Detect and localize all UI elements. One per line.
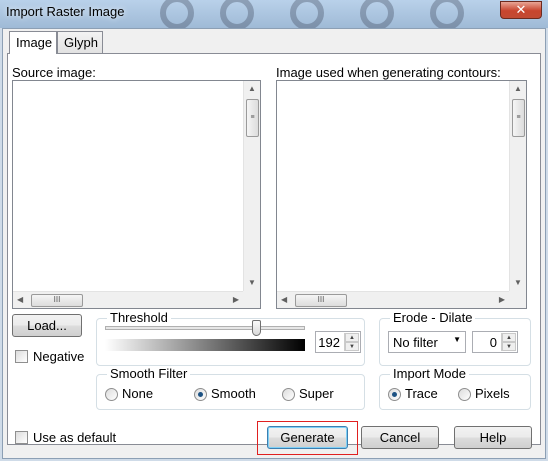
scroll-down-arrow-icon[interactable]: ▼ bbox=[514, 278, 522, 288]
threshold-spin-arrows[interactable]: ▲ ▼ bbox=[344, 333, 359, 351]
source-image-label: Source image: bbox=[12, 65, 96, 80]
scroll-down-arrow-icon[interactable]: ▼ bbox=[248, 278, 256, 288]
scroll-left-arrow-icon[interactable]: ◀ bbox=[281, 295, 287, 305]
scroll-up-arrow-icon[interactable]: ▲ bbox=[514, 84, 522, 94]
contour-horizontal-thumb[interactable]: III bbox=[295, 294, 347, 307]
help-button-label: Help bbox=[479, 430, 507, 445]
source-horizontal-thumb[interactable]: III bbox=[31, 294, 83, 307]
threshold-slider-thumb[interactable] bbox=[251, 320, 261, 336]
smooth-radio-none[interactable] bbox=[105, 388, 118, 401]
threshold-group-label: Threshold bbox=[107, 311, 171, 325]
spin-up-icon[interactable]: ▲ bbox=[345, 333, 359, 342]
import-radio-pixels[interactable] bbox=[458, 388, 471, 401]
contour-vertical-scrollbar[interactable]: ▲ ≡ ▼ bbox=[509, 81, 526, 291]
scroll-right-arrow-icon[interactable]: ▶ bbox=[499, 295, 505, 305]
threshold-spinner[interactable]: 192 ▲ ▼ bbox=[315, 331, 361, 353]
generate-button-label: Generate bbox=[280, 430, 335, 445]
erode-dilate-group: Erode - Dilate No filter ▼ 0 ▲ ▼ bbox=[379, 311, 531, 366]
smooth-option-super: Super bbox=[299, 386, 334, 401]
spin-up-icon[interactable]: ▲ bbox=[502, 333, 516, 342]
contour-horizontal-scrollbar[interactable]: ◀ III ▶ bbox=[277, 291, 509, 308]
negative-checkbox[interactable] bbox=[15, 350, 28, 363]
smooth-option-smooth: Smooth bbox=[211, 386, 256, 401]
spin-down-icon[interactable]: ▼ bbox=[345, 342, 359, 351]
threshold-group: Threshold 192 ▲ ▼ bbox=[96, 311, 365, 366]
source-horizontal-scrollbar[interactable]: ◀ III ▶ bbox=[13, 291, 243, 308]
use-default-checkbox[interactable] bbox=[15, 431, 28, 444]
smooth-filter-label: Smooth Filter bbox=[107, 367, 191, 381]
import-option-pixels: Pixels bbox=[475, 386, 510, 401]
threshold-slider-track[interactable] bbox=[105, 326, 305, 330]
source-image-view[interactable]: ▲ ≡ ▼ ◀ III ▶ bbox=[12, 80, 261, 309]
erode-filter-value: No filter bbox=[393, 335, 438, 350]
spin-down-icon[interactable]: ▼ bbox=[502, 342, 516, 351]
smooth-radio-smooth[interactable] bbox=[194, 388, 207, 401]
erode-dilate-label: Erode - Dilate bbox=[390, 311, 476, 325]
import-mode-group: Import Mode Trace Pixels bbox=[379, 367, 531, 410]
erode-filter-select[interactable]: No filter ▼ bbox=[388, 331, 466, 353]
tab-panel-image: Source image: Image used when generating… bbox=[7, 53, 541, 445]
scroll-left-arrow-icon[interactable]: ◀ bbox=[17, 295, 23, 305]
erode-spin-arrows[interactable]: ▲ ▼ bbox=[501, 333, 516, 351]
help-button[interactable]: Help bbox=[454, 426, 532, 449]
contour-image-label: Image used when generating contours: bbox=[276, 65, 501, 80]
threshold-value: 192 bbox=[318, 335, 340, 350]
title-bar: Import Raster Image ✕ bbox=[0, 0, 548, 28]
load-button[interactable]: Load... bbox=[12, 314, 82, 337]
cancel-button[interactable]: Cancel bbox=[361, 426, 439, 449]
title-bar-decoration bbox=[150, 0, 500, 28]
dialog: Image Glyph Source image: Image used whe… bbox=[2, 28, 546, 459]
erode-dilate-spinner[interactable]: 0 ▲ ▼ bbox=[472, 331, 518, 353]
chevron-down-icon: ▼ bbox=[453, 335, 461, 344]
import-mode-label: Import Mode bbox=[390, 367, 469, 381]
negative-label: Negative bbox=[33, 349, 85, 364]
generate-button[interactable]: Generate bbox=[267, 426, 348, 449]
close-button[interactable]: ✕ bbox=[500, 1, 542, 19]
erode-dilate-value: 0 bbox=[489, 335, 497, 350]
contour-image-view[interactable]: ▲ ≡ ▼ ◀ III ▶ bbox=[276, 80, 527, 309]
cancel-button-label: Cancel bbox=[379, 430, 421, 445]
load-button-label: Load... bbox=[27, 318, 67, 333]
scroll-corner bbox=[509, 291, 526, 308]
threshold-gradient bbox=[105, 339, 305, 351]
source-vertical-scrollbar[interactable]: ▲ ≡ ▼ bbox=[243, 81, 260, 291]
smooth-filter-group: Smooth Filter None Smooth Super bbox=[96, 367, 365, 410]
smooth-option-none: None bbox=[122, 386, 154, 401]
contour-vertical-thumb[interactable]: ≡ bbox=[512, 99, 525, 137]
import-option-trace: Trace bbox=[405, 386, 438, 401]
smooth-radio-super[interactable] bbox=[282, 388, 295, 401]
import-radio-trace[interactable] bbox=[388, 388, 401, 401]
use-default-label: Use as default bbox=[33, 430, 117, 445]
window-title: Import Raster Image bbox=[6, 4, 125, 19]
tab-glyph[interactable]: Glyph bbox=[57, 31, 103, 53]
scroll-up-arrow-icon[interactable]: ▲ bbox=[248, 84, 256, 94]
scroll-corner bbox=[243, 291, 260, 308]
scroll-right-arrow-icon[interactable]: ▶ bbox=[233, 295, 239, 305]
source-vertical-thumb[interactable]: ≡ bbox=[246, 99, 259, 137]
tab-image[interactable]: Image bbox=[9, 31, 57, 54]
